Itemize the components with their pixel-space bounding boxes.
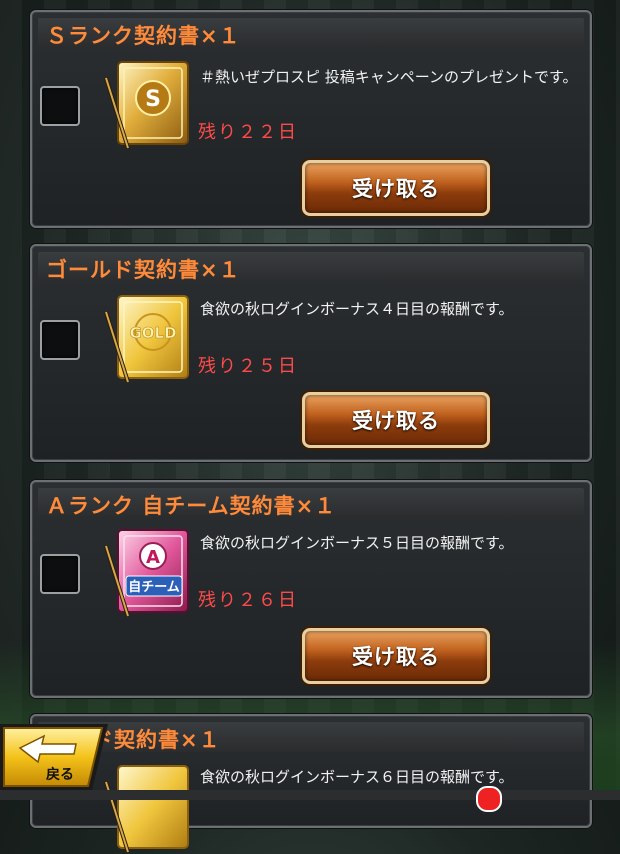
svg-text:A: A <box>146 547 160 568</box>
gift-checkbox[interactable] <box>40 554 80 594</box>
gift-card: ド契約書×１ 食欲の秋ログインボーナス６日目の報酬です。 <box>30 714 592 853</box>
gift-title-bar: ド契約書×１ <box>38 722 584 752</box>
gift-description: 食欲の秋ログインボーナス４日目の報酬です。 <box>200 300 514 318</box>
remaining-days: 残り２６日 <box>198 590 298 611</box>
own-team-label: 自チーム <box>128 579 180 595</box>
notification-badge <box>476 786 502 812</box>
receive-button[interactable]: 受け取る <box>302 392 490 448</box>
gift-description: 食欲の秋ログインボーナス６日目の報酬です。 <box>200 768 514 786</box>
a-rank-own-team-contract-icon: A 自チーム <box>104 529 189 617</box>
gift-title-bar: Ｓランク契約書×１ <box>38 18 584 48</box>
gift-checkbox[interactable] <box>40 320 80 360</box>
gift-card: Ａランク 自チーム契約書×１ A 自チーム 食欲の秋ログインボーナス５日目の報酬… <box>30 480 592 698</box>
gold-contract-icon: GOLD <box>104 295 189 383</box>
gift-description: 食欲の秋ログインボーナス５日目の報酬です。 <box>200 534 514 552</box>
gift-title-bar: ゴールド契約書×１ <box>38 252 584 282</box>
gift-title: Ｓランク契約書×１ <box>46 24 241 48</box>
gift-title: ゴールド契約書×１ <box>46 258 241 282</box>
gift-card: ゴールド契約書×１ GOLD 食欲の秋ログインボーナス４日目の報酬です。 残り２… <box>30 244 592 462</box>
s-rank-contract-icon: S <box>104 61 189 149</box>
remaining-days: 残り２５日 <box>198 356 298 377</box>
gift-title: Ａランク 自チーム契約書×１ <box>46 494 337 518</box>
gift-checkbox[interactable] <box>40 86 80 126</box>
gift-description: ＃熱いぜプロスピ 投稿キャンペーンのプレゼントです。 <box>200 68 578 86</box>
receive-button[interactable]: 受け取る <box>302 628 490 684</box>
svg-text:S: S <box>145 87 161 112</box>
remaining-days: 残り２２日 <box>198 122 298 143</box>
back-label[interactable]: 戻る <box>46 764 74 784</box>
receive-button[interactable]: 受け取る <box>302 160 490 216</box>
gift-title-bar: Ａランク 自チーム契約書×１ <box>38 488 584 518</box>
gift-card: Ｓランク契約書×１ S ＃熱いぜプロスピ 投稿キャンペーンのプレゼントです。 残… <box>30 10 592 228</box>
svg-text:GOLD: GOLD <box>129 324 176 342</box>
gold-contract-icon <box>104 765 189 853</box>
bottom-tab-bar <box>0 790 620 800</box>
